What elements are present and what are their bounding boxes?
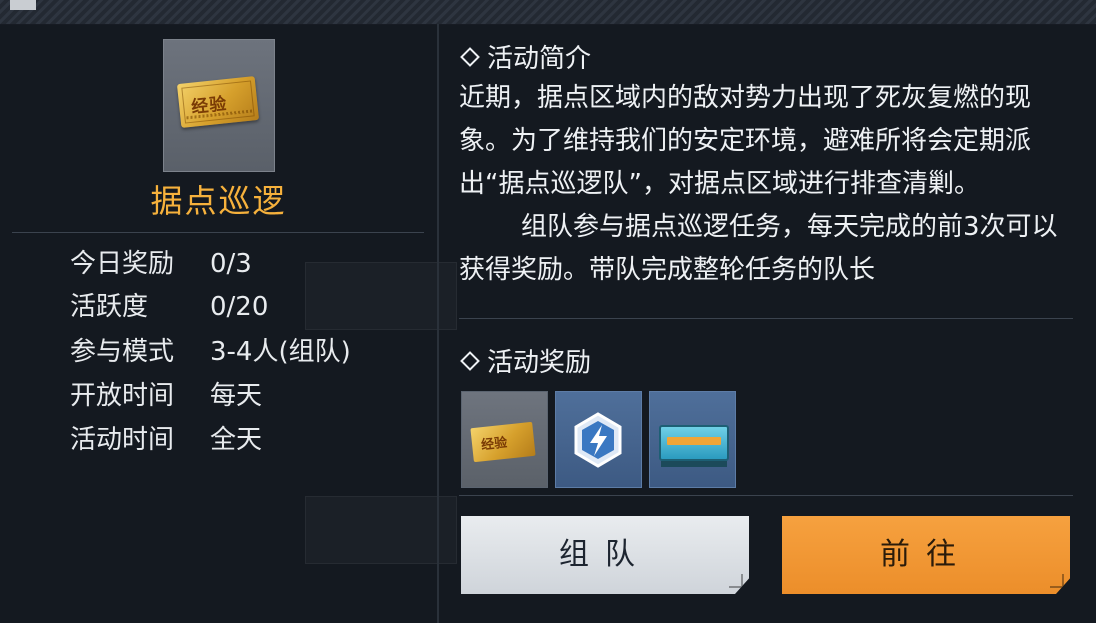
title-strip bbox=[0, 0, 1096, 25]
info-label: 开放时间 bbox=[70, 381, 175, 411]
rewards-heading: 活动奖励 bbox=[460, 342, 592, 379]
reward-item-crate[interactable] bbox=[649, 391, 736, 488]
divider bbox=[459, 495, 1073, 496]
info-row-activity-points: 活跃度 0/20 bbox=[70, 287, 268, 327]
info-value: 0/20 bbox=[210, 292, 269, 322]
info-row-mode: 参与模式 3-4人(组队) bbox=[70, 332, 351, 372]
diamond-bullet-icon bbox=[460, 351, 480, 371]
intro-paragraph: 组队参与据点巡逻任务，每天完成的前3次可以获得奖励。带队完成整轮任务的队长 bbox=[459, 212, 1058, 285]
activity-name: 据点巡逻 bbox=[150, 182, 287, 220]
team-button-label: 组队 bbox=[559, 537, 651, 572]
intro-paragraph: 近期，据点区域内的敌对势力出现了死灰复燃的现象。为了维持我们的安定环境，避难所将… bbox=[459, 83, 1032, 199]
corner-mark-icon bbox=[1050, 574, 1064, 588]
info-label: 活动时间 bbox=[70, 425, 175, 455]
reward-item-energy[interactable] bbox=[555, 391, 642, 488]
info-row-activity-time: 活动时间 全天 bbox=[70, 420, 262, 460]
activity-summary: 经验 据点巡逻 今日奖励 0/3 活跃度 0/20 参与模式 3-4人(组队) 开放时… bbox=[0, 24, 437, 623]
intro-heading: 活动简介 bbox=[460, 38, 592, 75]
info-label: 活跃度 bbox=[70, 292, 149, 322]
divider bbox=[459, 318, 1073, 319]
info-label: 参与模式 bbox=[70, 337, 175, 367]
info-value: 每天 bbox=[210, 381, 263, 411]
title-strip-corner bbox=[10, 0, 36, 10]
activity-detail-panel: 经验 据点巡逻 今日奖励 0/3 活跃度 0/20 参与模式 3-4人(组队) 开放时… bbox=[0, 24, 1096, 623]
column-divider bbox=[437, 24, 439, 623]
reward-item-exp[interactable]: 经验 bbox=[461, 391, 548, 488]
divider bbox=[12, 232, 424, 233]
info-value: 3-4人(组队) bbox=[210, 337, 351, 367]
energy-hexagon-icon bbox=[574, 412, 622, 468]
go-button[interactable]: 前往 bbox=[782, 516, 1070, 594]
corner-mark-icon bbox=[729, 574, 743, 588]
rewards-title: 活动奖励 bbox=[487, 348, 592, 378]
team-button[interactable]: 组队 bbox=[461, 516, 749, 594]
intro-description[interactable]: 近期，据点区域内的敌对势力出现了死灰复燃的现象。为了维持我们的安定环境，避难所将… bbox=[459, 77, 1074, 313]
info-label: 今日奖励 bbox=[70, 249, 175, 279]
info-value: 全天 bbox=[210, 425, 263, 455]
diamond-bullet-icon bbox=[460, 47, 480, 67]
info-row-daily-reward: 今日奖励 0/3 bbox=[70, 244, 252, 284]
info-row-open-time: 开放时间 每天 bbox=[70, 376, 262, 416]
info-value: 0/3 bbox=[210, 249, 252, 279]
intro-title: 活动简介 bbox=[487, 44, 592, 74]
exp-ticket-icon: 经验 bbox=[176, 76, 260, 128]
supply-crate-icon bbox=[659, 425, 729, 467]
go-button-label: 前往 bbox=[880, 537, 972, 572]
ticket-text: 经验 bbox=[480, 435, 508, 454]
exp-ticket-icon: 经验 bbox=[470, 421, 536, 463]
activity-item-frame: 经验 bbox=[163, 39, 275, 172]
